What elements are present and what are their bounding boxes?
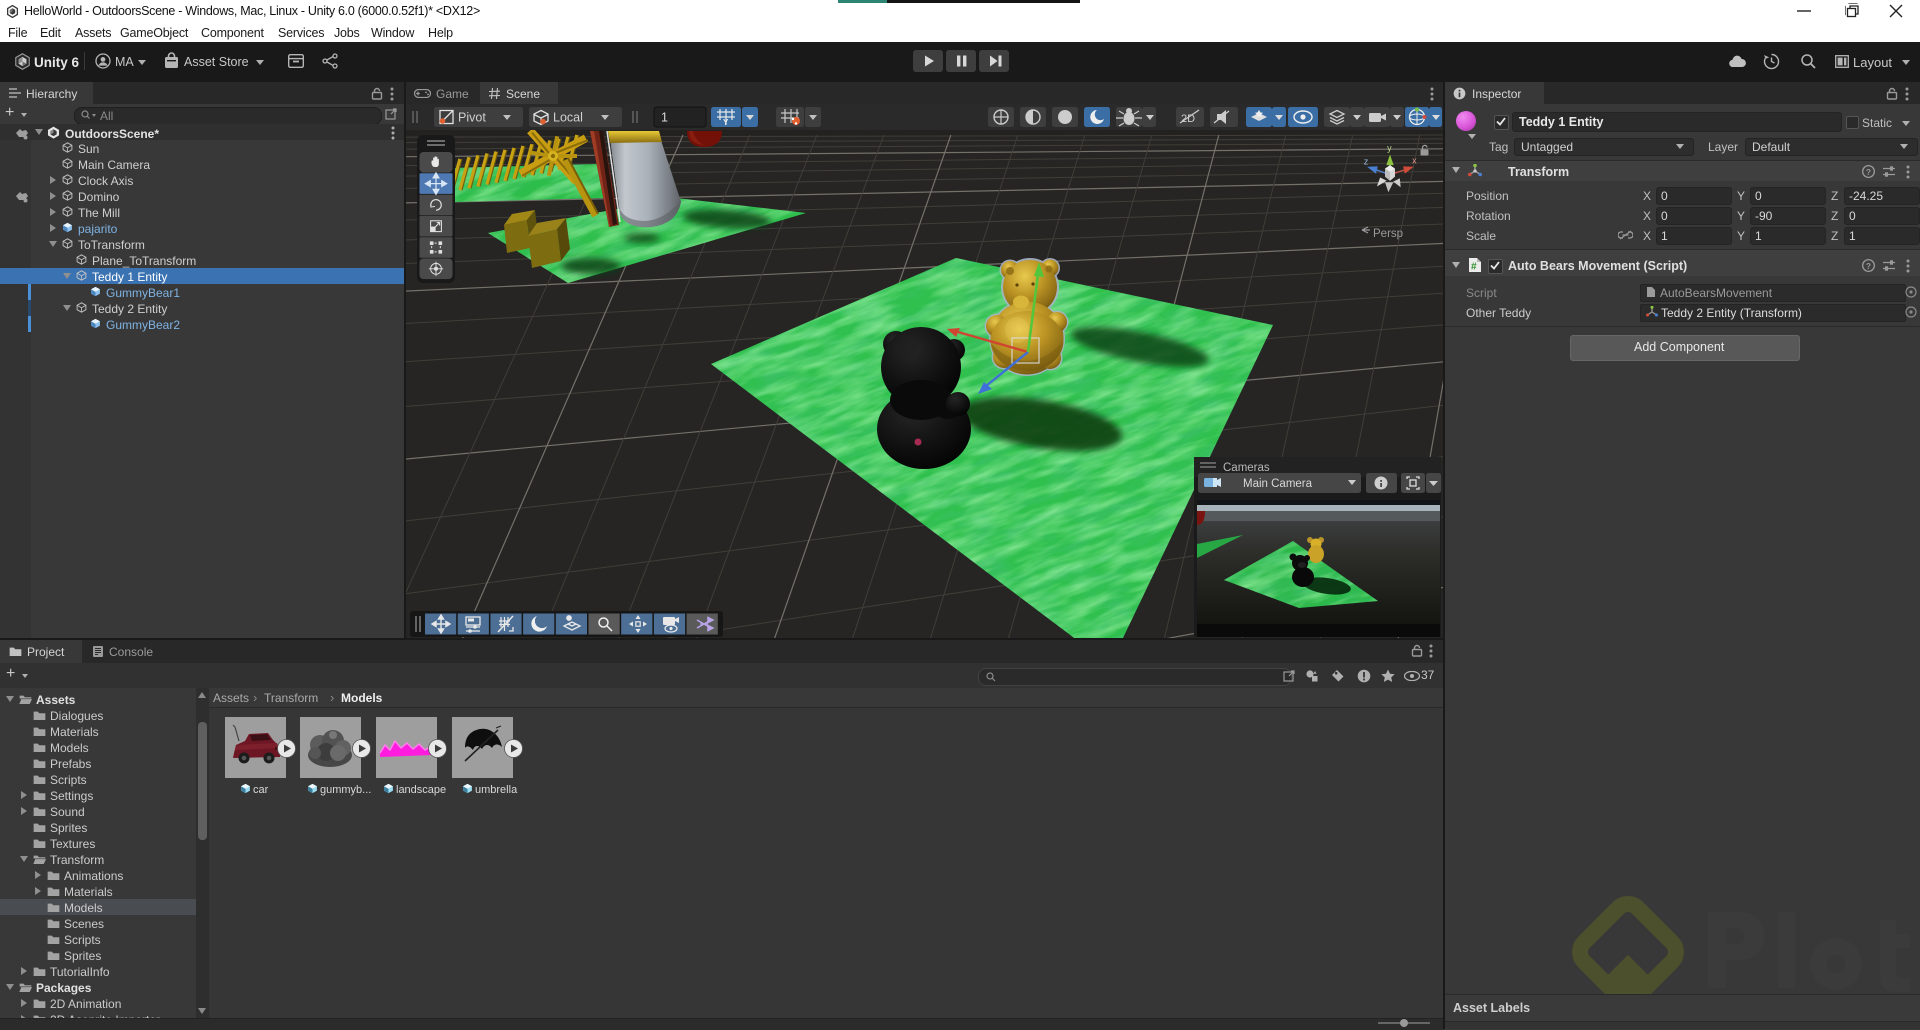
svg-text:Main Camera: Main Camera: [1243, 478, 1313, 490]
svg-text:Pivot: Pivot: [458, 111, 486, 125]
svg-text:Local: Local: [553, 111, 583, 125]
svg-text:y: y: [1387, 143, 1392, 153]
svg-text:Cameras: Cameras: [1223, 462, 1270, 474]
svg-text:Persp: Persp: [1373, 228, 1403, 240]
svg-text:?: ?: [1866, 167, 1871, 177]
svg-text:?: ?: [1866, 261, 1871, 271]
svg-text:Y: Y: [723, 118, 729, 127]
svg-text:x: x: [1412, 156, 1417, 166]
svg-text:1: 1: [661, 111, 668, 125]
svg-text:#: #: [1471, 262, 1477, 273]
svg-text:z: z: [1364, 156, 1369, 166]
